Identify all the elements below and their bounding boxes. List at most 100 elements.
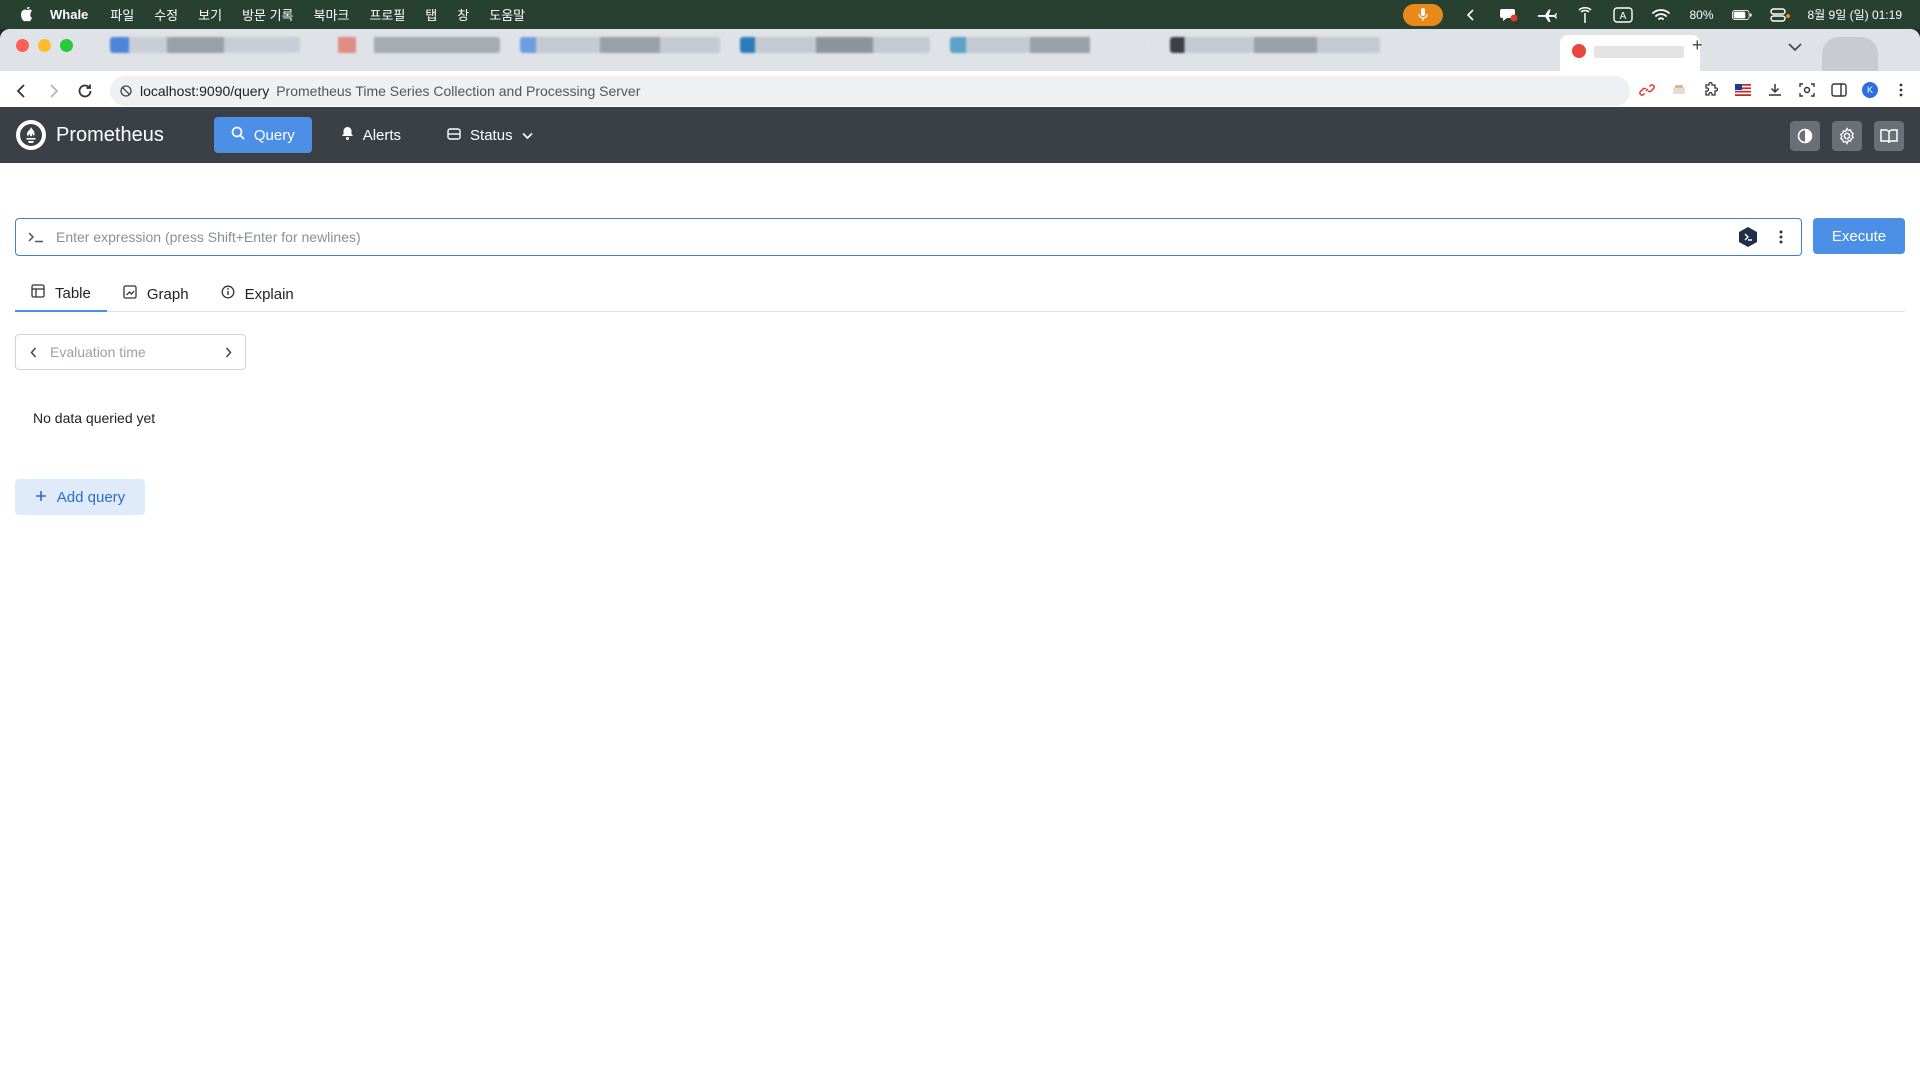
- battery-percent: 80%: [1689, 7, 1714, 22]
- server-icon: [447, 127, 461, 144]
- evaluation-time-input[interactable]: Evaluation time: [50, 344, 146, 360]
- extension-icons: K: [1638, 81, 1910, 99]
- query-row: Execute: [15, 218, 1905, 256]
- cookie-extension-icon[interactable]: [1670, 81, 1688, 99]
- no-data-message: No data queried yet: [33, 410, 156, 426]
- menu-window[interactable]: 창: [457, 5, 469, 24]
- macos-menu-bar: Whale 파일 수정 보기 방문 기록 북마크 프로필 탭 창 도움말 A 8…: [0, 0, 1920, 29]
- tab-graph[interactable]: Graph: [107, 276, 205, 312]
- add-query-button[interactable]: Add query: [15, 479, 145, 515]
- chevron-down-icon: [522, 127, 533, 144]
- window-controls: [16, 39, 73, 52]
- menu-bookmarks[interactable]: 북마크: [314, 5, 350, 24]
- menu-tab[interactable]: 탭: [425, 5, 437, 24]
- prometheus-logo-icon: [16, 120, 46, 150]
- bell-icon: [341, 126, 354, 144]
- prometheus-header: Prometheus Query Alerts Status: [0, 107, 1920, 163]
- tab-list-chevron-icon[interactable]: [1788, 39, 1802, 57]
- clock[interactable]: 8월 9일 (일) 01:19: [1808, 6, 1903, 23]
- side-panel-icon[interactable]: [1830, 81, 1848, 99]
- nav-alerts-label: Alerts: [362, 126, 402, 144]
- terminal-prompt-icon: [16, 231, 56, 243]
- tab-table[interactable]: Table: [15, 276, 107, 312]
- antenna-icon[interactable]: [1575, 6, 1595, 23]
- apple-icon[interactable]: [18, 6, 36, 24]
- forward-icon[interactable]: [43, 81, 63, 101]
- plus-icon: [35, 489, 47, 506]
- browser-tab[interactable]: [1170, 37, 1380, 53]
- flag-extension-icon[interactable]: [1734, 81, 1752, 99]
- active-browser-tab[interactable]: [1560, 35, 1700, 71]
- download-icon[interactable]: [1766, 81, 1784, 99]
- nav-query[interactable]: Query: [213, 117, 312, 153]
- chevron-left-icon[interactable]: [16, 347, 50, 358]
- table-icon: [31, 284, 45, 302]
- nav-status[interactable]: Status: [430, 117, 550, 153]
- screenshot-icon[interactable]: [1798, 81, 1816, 99]
- profile-avatar[interactable]: K: [1862, 82, 1878, 98]
- menu-help[interactable]: 도움말: [489, 5, 525, 24]
- tab-favicon-icon: [1572, 44, 1586, 58]
- wifi-icon[interactable]: [1651, 7, 1671, 23]
- search-icon: [231, 126, 245, 144]
- tab-explain[interactable]: Explain: [205, 276, 310, 312]
- page-title-text: Prometheus Time Series Collection and Pr…: [276, 83, 641, 99]
- evaluation-time-picker: Evaluation time: [15, 334, 246, 370]
- airplane-icon[interactable]: [1537, 7, 1558, 23]
- tab-title-blurred: [1594, 46, 1684, 58]
- menu-app-name[interactable]: Whale: [50, 7, 88, 22]
- microphone-icon[interactable]: [1403, 3, 1444, 26]
- close-window-button[interactable]: [16, 39, 29, 52]
- main-nav: Query Alerts Status: [213, 117, 550, 153]
- execute-button[interactable]: Execute: [1813, 218, 1905, 254]
- address-bar[interactable]: localhost:9090/query Prometheus Time Ser…: [110, 76, 1630, 106]
- more-options-icon[interactable]: [1773, 230, 1789, 244]
- nav-query-label: Query: [253, 126, 295, 144]
- browser-window: + localhost:9090/query Prometheus Time S…: [0, 29, 1920, 1080]
- chevron-left-icon[interactable]: [1461, 7, 1481, 23]
- view-tabs: Table Graph Explain: [15, 276, 1905, 312]
- add-query-label: Add query: [56, 488, 126, 506]
- menu-history[interactable]: 방문 기록: [242, 5, 293, 24]
- ai-assistant-icon[interactable]: [1737, 226, 1759, 248]
- settings-gear-icon[interactable]: [1832, 121, 1862, 151]
- browser-tab[interactable]: [110, 37, 300, 53]
- minimize-window-button[interactable]: [38, 39, 51, 52]
- menu-edit[interactable]: 수정: [154, 5, 178, 24]
- new-tab-icon[interactable]: +: [1692, 35, 1703, 56]
- browser-tab[interactable]: [520, 37, 720, 53]
- background-tabs: [110, 37, 1380, 53]
- menu-file[interactable]: 파일: [110, 5, 134, 24]
- brand-name: Prometheus: [56, 123, 164, 146]
- nav-status-label: Status: [470, 126, 513, 144]
- input-source-icon[interactable]: A: [1613, 6, 1634, 23]
- graph-icon: [123, 285, 137, 303]
- browser-tab[interactable]: [320, 37, 500, 53]
- site-info-icon[interactable]: [120, 85, 132, 97]
- menu-profile[interactable]: 프로필: [369, 5, 405, 24]
- browser-tab[interactable]: [950, 37, 1150, 53]
- brand[interactable]: Prometheus: [16, 120, 164, 150]
- tab-table-label: Table: [55, 284, 91, 302]
- book-docs-icon[interactable]: [1874, 121, 1904, 151]
- control-center-icon[interactable]: [1769, 7, 1790, 23]
- theme-toggle-icon[interactable]: [1790, 121, 1820, 151]
- nav-alerts[interactable]: Alerts: [324, 117, 418, 153]
- profile-tab-area[interactable]: [1822, 37, 1878, 71]
- browser-menu-icon[interactable]: [1892, 81, 1910, 99]
- puzzle-extension-icon[interactable]: [1702, 81, 1720, 99]
- battery-icon[interactable]: [1731, 7, 1752, 23]
- expression-box[interactable]: [15, 218, 1802, 256]
- reload-icon[interactable]: [75, 81, 95, 101]
- tab-explain-label: Explain: [244, 285, 294, 303]
- back-icon[interactable]: [12, 81, 32, 101]
- browser-tab[interactable]: [740, 37, 930, 53]
- tab-graph-label: Graph: [146, 285, 189, 303]
- expression-input[interactable]: [56, 229, 1737, 245]
- menu-view[interactable]: 보기: [198, 5, 222, 24]
- zoom-window-button[interactable]: [60, 39, 73, 52]
- chevron-right-icon[interactable]: [211, 347, 245, 358]
- url-text: localhost:9090/query: [140, 83, 270, 99]
- link-icon[interactable]: [1638, 81, 1656, 99]
- chat-icon[interactable]: [1499, 7, 1519, 23]
